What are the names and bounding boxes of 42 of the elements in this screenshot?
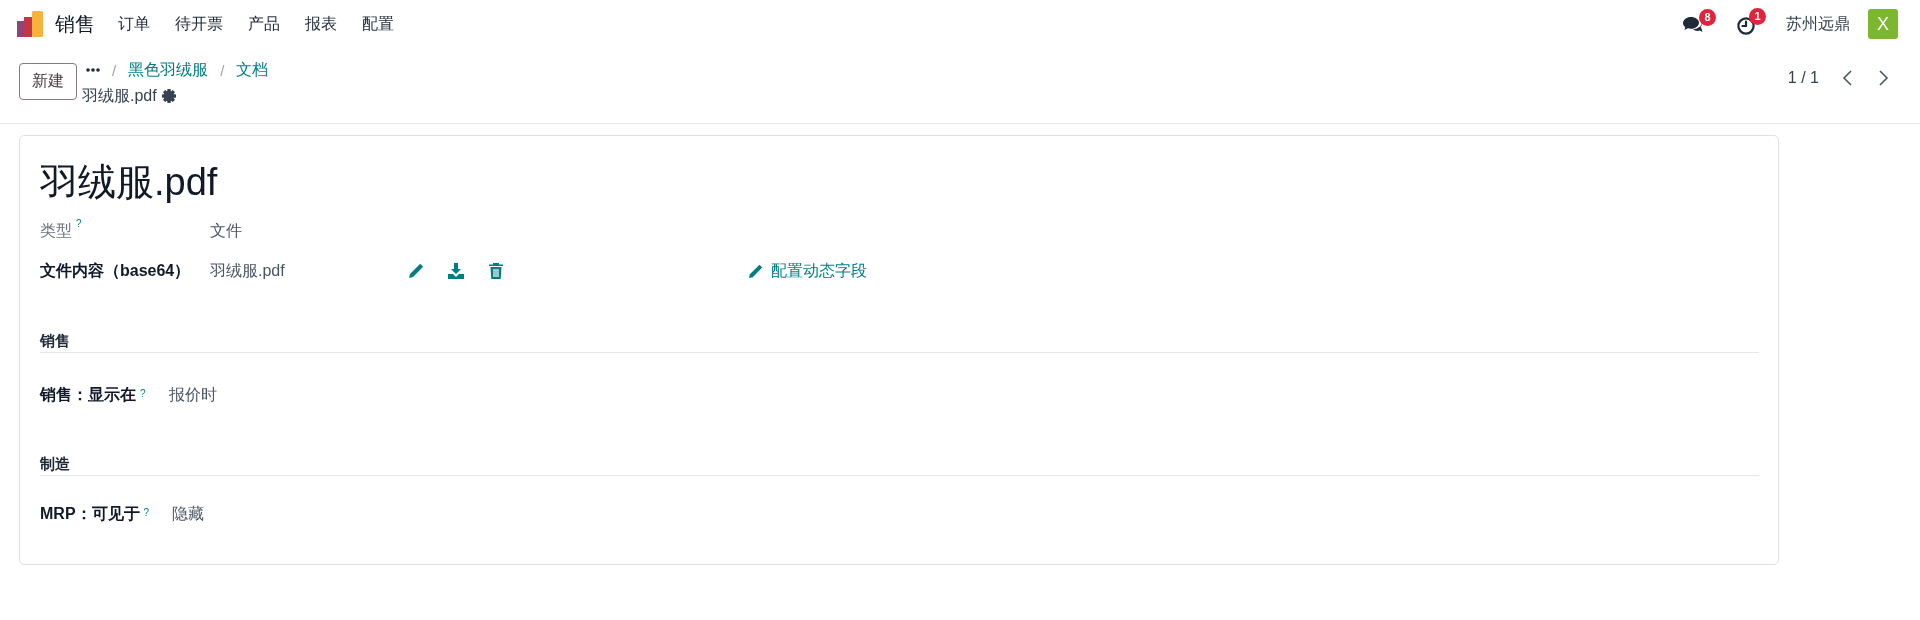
section-title: 销售 bbox=[40, 330, 1759, 353]
field-value: 报价时 bbox=[168, 384, 217, 405]
field-label: MRP：可见于 bbox=[40, 503, 140, 524]
breadcrumb-link[interactable]: 文档 bbox=[236, 59, 269, 81]
menu-item[interactable]: 待开票 bbox=[162, 4, 235, 44]
record-name: 羽绒服.pdf bbox=[82, 85, 157, 106]
configure-fields-link[interactable]: 配置动态字段 bbox=[748, 255, 867, 287]
breadcrumb-separator: / bbox=[112, 61, 117, 79]
clock-icon[interactable] bbox=[1737, 17, 1755, 35]
trash-icon[interactable] bbox=[488, 263, 504, 279]
field-value: 隐藏 bbox=[172, 503, 205, 524]
company-switcher[interactable]: 苏州远鼎 bbox=[1786, 9, 1850, 39]
activity-count-badge: 1 bbox=[1749, 8, 1766, 25]
section-title: 制造 bbox=[40, 453, 1759, 476]
download-icon[interactable] bbox=[448, 263, 464, 279]
ellipsis-icon[interactable] bbox=[86, 68, 100, 72]
breadcrumb-separator: / bbox=[220, 61, 225, 79]
help-tooltip-mark: ? bbox=[140, 389, 146, 399]
menu-item[interactable]: 订单 bbox=[105, 4, 162, 44]
new-button[interactable]: 新建 bbox=[19, 63, 77, 100]
menu-item[interactable]: 配置 bbox=[349, 4, 406, 44]
pencil-icon bbox=[748, 263, 763, 279]
chevron-left-icon[interactable] bbox=[1842, 70, 1852, 86]
app-name-link[interactable]: 销售 bbox=[55, 11, 95, 37]
field-label: 类型 bbox=[40, 220, 72, 241]
breadcrumb-link[interactable]: 黑色羽绒服 bbox=[128, 59, 209, 81]
field-label: 文件内容（base64） bbox=[40, 260, 191, 281]
help-tooltip-mark: ? bbox=[76, 218, 82, 229]
menu-item[interactable]: 报表 bbox=[292, 4, 349, 44]
pencil-icon[interactable] bbox=[408, 263, 424, 279]
message-count-badge: 8 bbox=[1699, 8, 1716, 26]
menu-item[interactable]: 产品 bbox=[235, 4, 292, 44]
record-title: 羽绒服.pdf bbox=[40, 160, 219, 205]
field-value: 文件 bbox=[210, 220, 242, 241]
field-value: 羽绒服.pdf bbox=[210, 260, 286, 281]
pager-counter[interactable]: 1 / 1 bbox=[1787, 69, 1819, 87]
field-label: 销售：显示在 bbox=[40, 384, 136, 405]
gear-icon[interactable] bbox=[161, 89, 176, 103]
chat-icon[interactable] bbox=[1683, 16, 1703, 34]
help-tooltip-mark: ? bbox=[143, 508, 150, 518]
chevron-right-icon[interactable] bbox=[1879, 70, 1889, 86]
bars-logo-icon[interactable] bbox=[17, 10, 44, 38]
